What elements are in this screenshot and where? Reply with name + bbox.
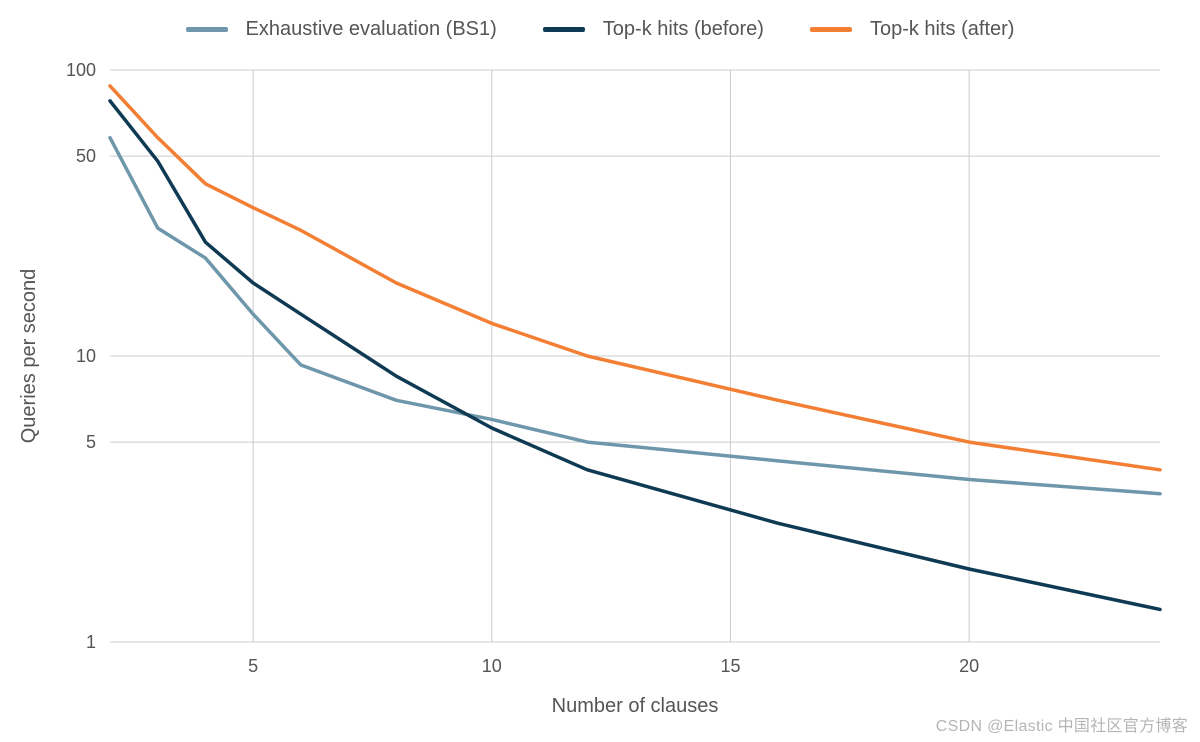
x-axis: 5 10 15 20 (248, 656, 979, 676)
legend-swatch-before (543, 27, 585, 32)
svg-text:5: 5 (248, 656, 258, 676)
legend-swatch-bs1 (186, 27, 228, 32)
y-axis-title: Queries per second (18, 269, 40, 444)
legend-item-after: Top-k hits (after) (810, 18, 1014, 41)
svg-text:20: 20 (959, 656, 979, 676)
x-axis-title: Number of clauses (552, 695, 719, 717)
legend-label-after: Top-k hits (after) (870, 18, 1014, 41)
plot-area (110, 70, 1160, 642)
svg-text:100: 100 (66, 60, 96, 80)
watermark: CSDN @Elastic 中国社区官方博客 (936, 712, 1188, 736)
svg-text:5: 5 (86, 432, 96, 452)
legend-label-before: Top-k hits (before) (603, 18, 764, 41)
svg-text:10: 10 (482, 656, 502, 676)
legend-swatch-after (810, 27, 852, 32)
legend-label-bs1: Exhaustive evaluation (BS1) (246, 18, 497, 41)
svg-text:50: 50 (76, 146, 96, 166)
chart-svg: 5101520 151050100 Number of clauses Quer… (0, 0, 1200, 742)
legend: Exhaustive evaluation (BS1) Top-k hits (… (0, 18, 1200, 41)
y-axis: 1 5 10 50 100 (66, 60, 96, 652)
svg-text:15: 15 (720, 656, 740, 676)
legend-item-before: Top-k hits (before) (543, 18, 764, 41)
legend-item-bs1: Exhaustive evaluation (BS1) (186, 18, 497, 41)
chart-container: Exhaustive evaluation (BS1) Top-k hits (… (0, 0, 1200, 742)
svg-text:1: 1 (86, 632, 96, 652)
svg-text:10: 10 (76, 346, 96, 366)
